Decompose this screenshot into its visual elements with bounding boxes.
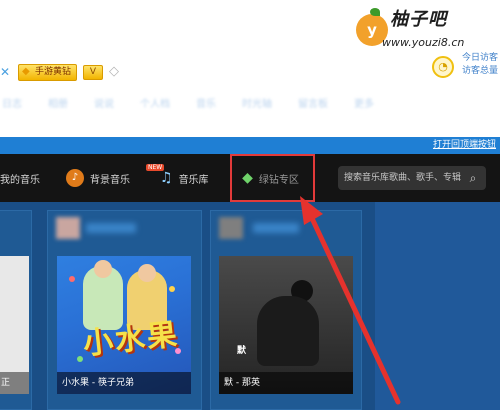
nav-my-music-label: 我的音乐 xyxy=(0,174,40,186)
green-diamond-icon: ◆ xyxy=(242,170,253,186)
diamond-icon: ◆ xyxy=(22,65,30,77)
blue-toolbar: 打开回顶端按钮 xyxy=(0,137,500,154)
music-card[interactable]: 正 xyxy=(0,210,32,410)
visitor-stats: ◔ 今日访客 访客总量 xyxy=(432,52,500,82)
watermark-logo: y 柚子吧 www.youzi8.cn xyxy=(352,8,500,56)
confetti-dot xyxy=(169,286,175,292)
confetti-dot xyxy=(69,276,75,282)
cover-face xyxy=(94,260,112,278)
song-caption[interactable]: 默 - 那英 xyxy=(219,372,353,394)
confetti-dot xyxy=(77,356,83,362)
diamond-outline-icon[interactable]: ◇ xyxy=(109,65,125,79)
visitor-icon: ◔ xyxy=(432,56,454,78)
nav-my-music[interactable]: 我的音乐 xyxy=(0,154,40,202)
watermark-url: www.youzi8.cn xyxy=(382,36,465,49)
watermark-title: 柚子吧 xyxy=(390,9,447,30)
blurred-nav-item[interactable]: 留言板 xyxy=(298,97,328,113)
profile-header: ✕ ◆ 手游黄钻 V ◇ y 柚子吧 www.youzi8.cn ◔ 今日访客 … xyxy=(0,0,500,137)
album-cover[interactable]: 默 默 - 那英 xyxy=(219,256,353,394)
background-music-icon: ♪ xyxy=(66,169,84,187)
vip-badge[interactable]: V xyxy=(83,64,104,80)
music-card[interactable]: 默 默 - 那英 xyxy=(210,210,362,410)
total-visitors-label: 访客总量 xyxy=(462,66,499,76)
blurred-nav-item[interactable]: 相册 xyxy=(48,97,68,113)
nav-music-library[interactable]: ♫ 音乐库 xyxy=(160,154,209,202)
search-icon[interactable]: ⌕ xyxy=(466,171,480,185)
open-back-to-top-link[interactable]: 打开回顶端按钮 xyxy=(433,139,496,152)
blurred-nav-item[interactable]: 个人档 xyxy=(140,97,170,113)
album-cover[interactable]: 小水果 小水果 - 筷子兄弟 xyxy=(57,256,191,394)
blurred-nav-item[interactable]: 时光轴 xyxy=(242,97,272,113)
nav-background-music-label: 背景音乐 xyxy=(90,174,130,186)
blurred-nav-item[interactable]: 更多 xyxy=(354,97,374,113)
music-nav-bar: 我的音乐 ♪ NEW 背景音乐 ♫ 音乐库 ◆ 绿钻专区 搜索音乐库歌曲、歌手、… xyxy=(0,154,500,202)
blurred-nav-item[interactable]: 日志 xyxy=(2,97,22,113)
blurred-nav-item[interactable]: 说说 xyxy=(94,97,114,113)
blurred-username[interactable] xyxy=(253,223,299,233)
nav-green-diamond-label: 绿钻专区 xyxy=(258,174,299,186)
nav-music-library-label: 音乐库 xyxy=(178,174,209,186)
cover-mark: 默 xyxy=(237,346,247,356)
blurred-username[interactable] xyxy=(86,223,136,233)
gold-diamond-badge[interactable]: ◆ 手游黄钻 xyxy=(18,63,78,81)
nav-green-diamond-zone[interactable]: ◆ 绿钻专区 xyxy=(230,154,315,202)
blurred-profile-nav: 日志 相册 说说 个人档 音乐 时光轴 留言板 更多 xyxy=(0,97,500,113)
music-note-icon: ♫ xyxy=(160,170,173,186)
today-visitors-label: 今日访客 xyxy=(462,53,499,63)
song-caption[interactable]: 小水果 - 筷子兄弟 xyxy=(57,372,191,394)
blurred-nav-item[interactable]: 音乐 xyxy=(196,97,216,113)
qzone-music-page: ✕ ◆ 手游黄钻 V ◇ y 柚子吧 www.youzi8.cn ◔ 今日访客 … xyxy=(0,0,500,410)
album-cover[interactable]: 正 xyxy=(0,256,29,394)
song-caption[interactable]: 正 xyxy=(0,372,29,394)
badge-row: ✕ ◆ 手游黄钻 V ◇ xyxy=(0,62,125,82)
x-mark-icon[interactable]: ✕ xyxy=(0,66,12,78)
nav-background-music[interactable]: ♪ NEW 背景音乐 xyxy=(66,154,165,202)
right-panel xyxy=(375,202,500,410)
music-content-area: 正 小水果 小水果 - 筷子兄弟 默 默 - 那英 xyxy=(0,202,500,410)
music-card[interactable]: 小水果 小水果 - 筷子兄弟 xyxy=(47,210,202,410)
cover-face xyxy=(138,264,156,282)
avatar[interactable] xyxy=(219,217,243,239)
music-search-input[interactable]: 搜索音乐库歌曲、歌手、专辑 ⌕ xyxy=(338,166,486,190)
search-placeholder: 搜索音乐库歌曲、歌手、专辑 xyxy=(344,173,462,183)
avatar[interactable] xyxy=(56,217,80,239)
cover-figure xyxy=(257,296,319,366)
gold-diamond-label: 手游黄钻 xyxy=(35,66,72,77)
